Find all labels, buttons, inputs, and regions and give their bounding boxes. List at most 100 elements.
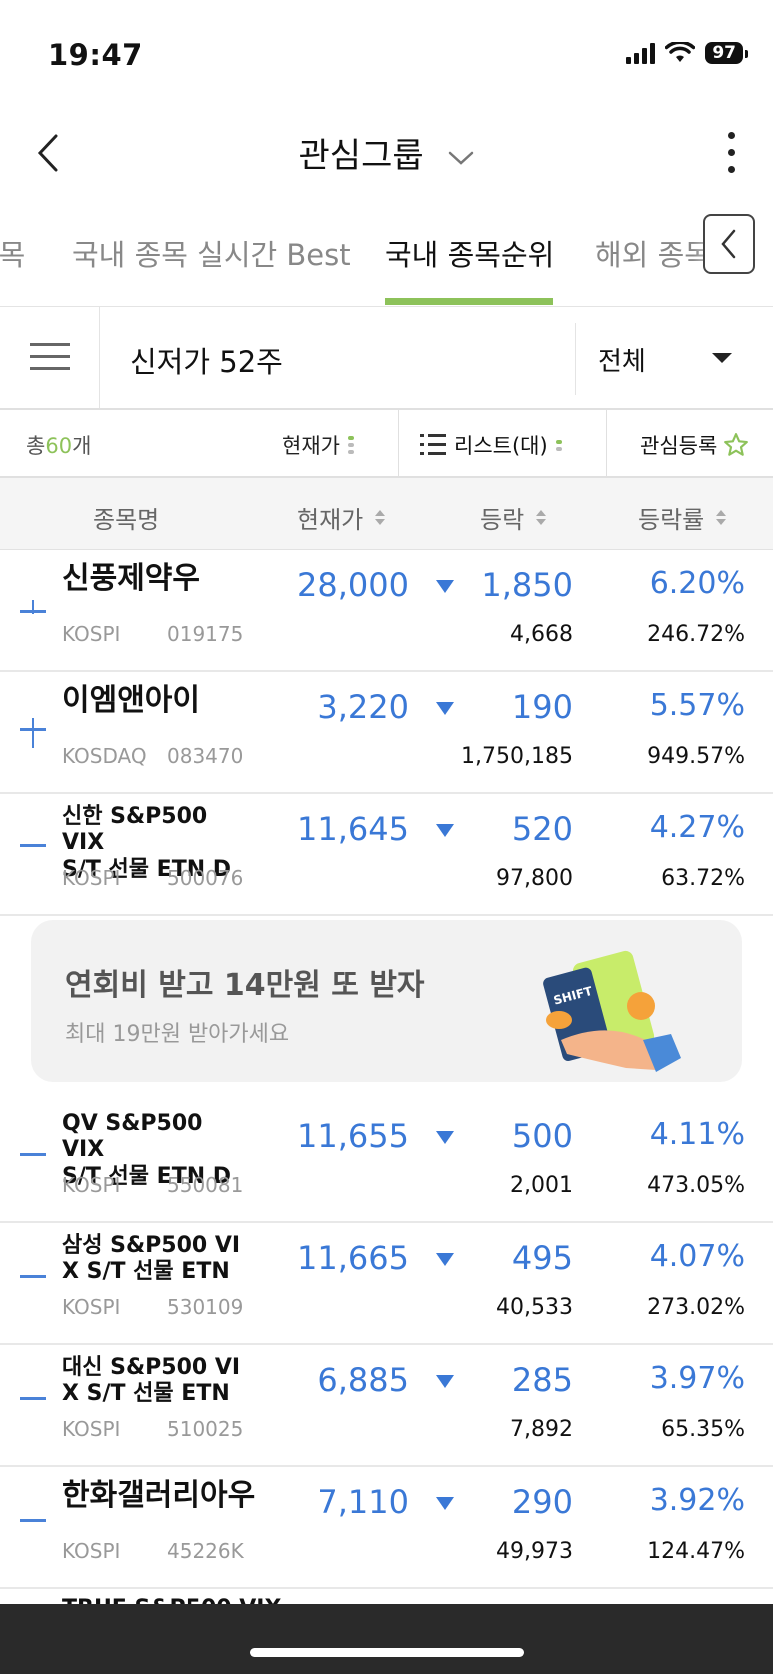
stock-price: 11,655 bbox=[297, 1117, 409, 1155]
stock-change: 500 bbox=[511, 1117, 573, 1155]
stock-price: 11,665 bbox=[297, 1239, 409, 1277]
tab-stocks[interactable]: 종목 bbox=[0, 232, 25, 274]
stock-turnover: 473.05% bbox=[647, 1173, 745, 1198]
battery-icon: 97 bbox=[705, 42, 748, 64]
stock-price: 6,885 bbox=[317, 1361, 409, 1399]
candle-icon bbox=[20, 592, 46, 622]
down-arrow-icon bbox=[436, 1253, 454, 1266]
stock-turnover: 63.72% bbox=[661, 866, 745, 891]
stock-market: KOSDAQ bbox=[62, 744, 147, 768]
candle-icon bbox=[20, 1519, 46, 1529]
stock-price: 28,000 bbox=[297, 566, 409, 604]
market-scope-select[interactable]: 전체 bbox=[598, 341, 646, 378]
ranking-filter[interactable]: 신저가 52주 bbox=[130, 339, 283, 381]
down-arrow-icon bbox=[436, 580, 454, 593]
stock-code: 530109 bbox=[167, 1295, 244, 1319]
stock-rate: 4.07% bbox=[649, 1239, 745, 1274]
stock-price: 3,220 bbox=[317, 688, 409, 726]
stock-code: 019175 bbox=[167, 622, 244, 646]
sort-icon bbox=[536, 510, 547, 525]
stock-change: 520 bbox=[511, 810, 573, 848]
stock-name: 한화갤러리아우 bbox=[62, 1478, 256, 1513]
stock-change: 190 bbox=[511, 688, 573, 726]
chevron-left-icon bbox=[721, 229, 736, 259]
stock-rate: 3.97% bbox=[649, 1361, 745, 1396]
credit-card-hand-icon: SHIFT bbox=[543, 950, 681, 1072]
stock-row[interactable]: 이엠앤아이 KOSDAQ 083470 3,220 190 5.57% 1,75… bbox=[0, 672, 773, 794]
promo-banner[interactable]: 연회비 받고 14만원 또 받자 최대 19만원 받아가세요 SHIFT bbox=[31, 920, 742, 1082]
down-arrow-icon bbox=[436, 702, 454, 715]
stock-code: 45226K bbox=[167, 1539, 244, 1563]
status-bar: 19:47 97 bbox=[0, 0, 773, 110]
col-name: 종목명 bbox=[93, 506, 160, 534]
star-icon bbox=[724, 433, 749, 456]
stock-row[interactable]: 신한 S&P500 VIX S/T 선물 ETN D KOSPI 500076 1… bbox=[0, 794, 773, 916]
stock-code: 500076 bbox=[167, 866, 244, 890]
stock-row[interactable]: 신풍제약우 KOSPI 019175 28,000 1,850 6.20% 4,… bbox=[0, 550, 773, 672]
column-header: 종목명 현재가 등락 등락률 bbox=[0, 478, 773, 550]
chevron-down-icon bbox=[449, 151, 474, 165]
toggle-icon bbox=[555, 439, 562, 451]
group-selector[interactable]: 관심그룹 bbox=[0, 128, 773, 177]
down-arrow-icon bbox=[436, 1131, 454, 1144]
stock-code: 510025 bbox=[167, 1417, 244, 1441]
stock-market: KOSPI bbox=[62, 622, 121, 646]
app-header: 관심그룹 bbox=[0, 110, 773, 200]
page-title: 관심그룹 bbox=[298, 136, 424, 176]
home-bar bbox=[0, 1604, 773, 1674]
stock-change: 285 bbox=[511, 1361, 573, 1399]
stock-name: 이엠앤아이 bbox=[62, 683, 200, 718]
stock-price: 7,110 bbox=[317, 1483, 409, 1521]
stock-turnover: 273.02% bbox=[647, 1295, 745, 1320]
stock-market: KOSPI bbox=[62, 1539, 121, 1563]
stock-change: 495 bbox=[511, 1239, 573, 1277]
tab-domestic-ranking[interactable]: 국내 종목순위 bbox=[385, 232, 554, 274]
home-indicator[interactable] bbox=[250, 1648, 524, 1657]
menu-icon[interactable] bbox=[30, 343, 70, 379]
add-favorite-button[interactable]: 관심등록 bbox=[640, 430, 749, 460]
promo-subtitle: 최대 19만원 받아가세요 bbox=[65, 1022, 290, 1047]
stock-name: 신풍제약우 bbox=[62, 561, 200, 596]
status-icons: 97 bbox=[626, 42, 748, 64]
list-icon bbox=[420, 434, 446, 456]
col-price-sort[interactable]: 현재가 bbox=[297, 500, 386, 535]
stock-volume: 1,750,185 bbox=[461, 744, 573, 769]
stock-volume: 2,001 bbox=[510, 1173, 573, 1198]
stock-rate: 5.57% bbox=[649, 688, 745, 723]
stock-market: KOSPI bbox=[62, 1417, 121, 1441]
stock-row[interactable]: QV S&P500 VIX S/T 선물 ETN D KOSPI 550081 1… bbox=[0, 1101, 773, 1223]
stock-turnover: 124.47% bbox=[647, 1539, 745, 1564]
tab-domestic-realtime-best[interactable]: 국내 종목 실시간 Best bbox=[72, 232, 351, 274]
list-size-toggle[interactable]: 리스트(대) bbox=[420, 430, 562, 460]
stock-change: 1,850 bbox=[481, 566, 573, 604]
stock-volume: 7,892 bbox=[510, 1417, 573, 1442]
down-arrow-icon bbox=[436, 1497, 454, 1510]
candle-icon bbox=[20, 718, 46, 750]
status-time: 19:47 bbox=[48, 38, 143, 72]
category-tabs: 종목 국내 종목 실시간 Best 국내 종목순위 해외 종목 bbox=[0, 210, 773, 306]
col-rate-sort[interactable]: 등락률 bbox=[638, 500, 727, 535]
stock-row[interactable]: 삼성 S&P500 VI X S/T 선물 ETN KOSPI 530109 11… bbox=[0, 1223, 773, 1345]
caret-down-icon[interactable] bbox=[712, 353, 732, 363]
toggle-icon bbox=[347, 436, 354, 454]
stock-market: KOSPI bbox=[62, 866, 121, 890]
stock-volume: 97,800 bbox=[496, 866, 573, 891]
price-display-toggle[interactable]: 현재가 bbox=[282, 430, 354, 460]
down-arrow-icon bbox=[436, 1375, 454, 1388]
stock-code: 083470 bbox=[167, 744, 244, 768]
stock-row[interactable]: 한화갤러리아우 KOSPI 45226K 7,110 290 3.92% 49,… bbox=[0, 1467, 773, 1589]
sort-icon bbox=[375, 510, 386, 525]
stock-name: 대신 S&P500 VI X S/T 선물 ETN bbox=[62, 1355, 241, 1407]
tab-scroll-button[interactable] bbox=[703, 214, 755, 274]
stock-code: 550081 bbox=[167, 1173, 244, 1197]
stock-rate: 3.92% bbox=[649, 1483, 745, 1518]
col-change-sort[interactable]: 등락 bbox=[480, 500, 547, 535]
stock-volume: 49,973 bbox=[496, 1539, 573, 1564]
stock-turnover: 246.72% bbox=[647, 622, 745, 647]
stock-change: 290 bbox=[511, 1483, 573, 1521]
stock-row[interactable]: 대신 S&P500 VI X S/T 선물 ETN KOSPI 510025 6,… bbox=[0, 1345, 773, 1467]
stock-turnover: 949.57% bbox=[647, 744, 745, 769]
promo-title: 연회비 받고 14만원 또 받자 bbox=[65, 968, 425, 1003]
more-options-button[interactable] bbox=[725, 132, 737, 176]
candle-icon bbox=[20, 1153, 46, 1163]
